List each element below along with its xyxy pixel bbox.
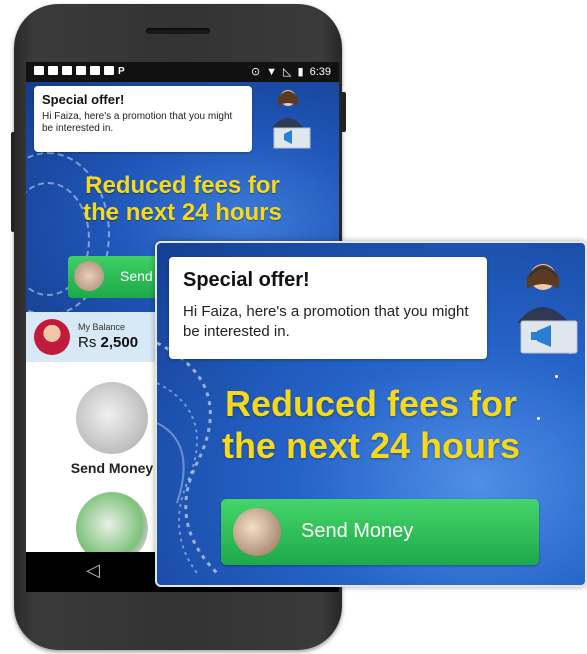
money-hand-icon <box>233 508 281 556</box>
headline-line-2: the next 24 hours <box>221 425 521 466</box>
money-hand-icon <box>74 261 104 291</box>
offer-title-small: Special offer! <box>42 92 125 107</box>
phone-top-bezel <box>14 4 342 62</box>
notification-icon <box>90 66 100 75</box>
wifi-icon: ▼ <box>266 65 278 78</box>
send-money-tile-icon[interactable] <box>76 382 148 454</box>
paypal-icon: P <box>118 66 125 77</box>
battery-icon: ▮ <box>297 66 304 78</box>
offer-message-small: Hi Faiza, here's a promotion that you mi… <box>42 111 233 134</box>
headline-small: Reduced fees for the next 24 hours <box>83 172 282 226</box>
offer-bubble: Special offer! Hi Faiza, here's a promot… <box>169 257 487 359</box>
volume-button <box>11 132 15 232</box>
status-bar: P ⊙ ▼ ◺ ▮ 6:39 <box>26 62 339 82</box>
offer-bubble-small: Special offer! Hi Faiza, here's a promot… <box>34 86 252 152</box>
notification-icon <box>48 66 58 75</box>
send-money-button[interactable]: Send Money <box>221 499 539 565</box>
offer-title: Special offer! <box>183 269 310 291</box>
balance-label: My Balance <box>78 322 126 332</box>
notification-icon <box>76 66 86 75</box>
offer-message: Hi Faiza, here's a promotion that you mi… <box>183 303 469 340</box>
balance-value: Rs 2,500 <box>78 334 139 351</box>
notification-icon <box>62 66 72 75</box>
signal-icon: ◺ <box>283 66 292 78</box>
alarm-icon: ⊙ <box>250 66 261 78</box>
service-tile-icon[interactable] <box>76 492 148 552</box>
status-icons: ⊙ ▼ ◺ ▮ 6:39 <box>250 65 331 79</box>
avatar[interactable] <box>34 319 70 355</box>
power-button <box>341 92 346 132</box>
status-time: 6:39 <box>309 65 331 78</box>
speaker-grille <box>146 28 210 34</box>
promo-card-zoomed: Special offer! Hi Faiza, here's a promot… <box>155 241 587 587</box>
notification-icon <box>34 66 44 75</box>
promo-headline: Reduced fees for the next 24 hours <box>157 383 585 467</box>
support-agent-icon <box>272 90 311 149</box>
notification-icon <box>104 66 114 75</box>
send-money-label: Send Money <box>301 520 414 542</box>
support-agent-icon <box>517 264 578 354</box>
headline-line-1: Reduced fees for <box>224 383 518 424</box>
notification-icons: P <box>34 66 125 77</box>
back-triangle-icon[interactable]: ◁ <box>86 560 100 581</box>
